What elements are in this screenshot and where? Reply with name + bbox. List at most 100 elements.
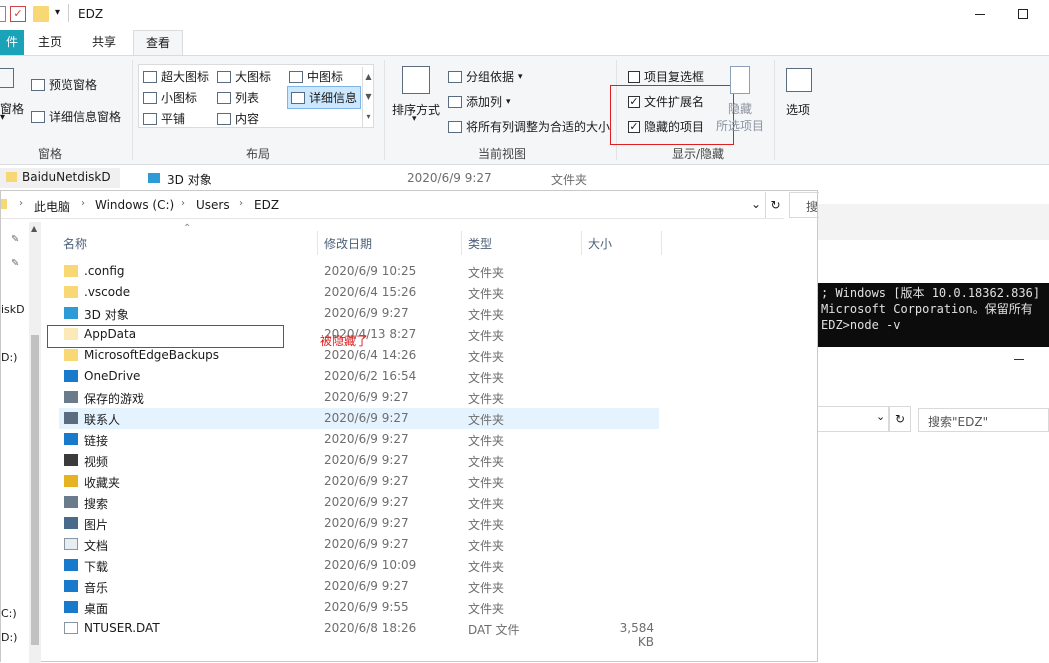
file-type: 文件夹 (468, 581, 505, 595)
table-row[interactable]: 视频 2020/6/9 9:27 文件夹 (59, 450, 659, 471)
layout-small-icons[interactable]: 小图标 (143, 89, 197, 106)
nav-item[interactable]: C:) (1, 607, 17, 620)
column-divider[interactable] (317, 231, 318, 255)
tab-share[interactable]: 共享 (84, 30, 124, 55)
navigation-pane-icon[interactable] (0, 68, 14, 88)
options-icon[interactable] (786, 68, 812, 92)
preview-pane-button[interactable]: 预览窗格 (31, 76, 97, 93)
options-button[interactable]: 选项 (786, 101, 810, 118)
table-row[interactable]: 文档 2020/6/9 9:27 文件夹 (59, 534, 659, 555)
group-label-pane: 窗格 (37, 147, 62, 161)
column-header-type[interactable]: 类型 (468, 235, 492, 252)
layout-large-icons[interactable]: 大图标 (217, 68, 271, 85)
details-pane-button[interactable]: 详细信息窗格 (31, 108, 121, 125)
file-date: 2020/6/9 9:27 (324, 453, 409, 467)
minimize-button[interactable] (975, 14, 985, 15)
file-type: 文件夹 (468, 392, 505, 406)
layout-content[interactable]: 内容 (217, 110, 259, 127)
scroll-up-icon[interactable]: ▲ (31, 224, 37, 233)
layout-details[interactable]: 详细信息 (287, 86, 362, 109)
file-name: MicrosoftEdgeBackups (84, 348, 220, 362)
search-input[interactable]: 搜 (789, 192, 819, 218)
layout-scroll-icon[interactable]: ▲ ▼ ▾ (362, 67, 374, 127)
group-by-button[interactable]: 分组依据 ▾ (448, 68, 523, 85)
column-header-size[interactable]: 大小 (588, 235, 612, 252)
annotation-red-box (610, 85, 734, 145)
refresh-icon[interactable]: ↻ (765, 192, 785, 218)
tab-view[interactable]: 查看 (133, 30, 183, 56)
breadcrumb-edz[interactable]: EDZ (254, 198, 279, 212)
column-header-date[interactable]: 修改日期 (324, 235, 372, 252)
layout-extra-large-icons[interactable]: 超大图标 (143, 68, 209, 85)
tab-home[interactable]: 主页 (30, 30, 70, 55)
bg-sidebar-item[interactable]: BaiduNetdiskD (22, 170, 111, 184)
address-bar[interactable]: › 此电脑 › Windows (C:) › Users › EDZ ⌄ ↻ (1, 191, 784, 219)
layout-medium-icons[interactable]: 中图标 (289, 68, 343, 85)
breadcrumb-windows-c[interactable]: Windows (C:) (95, 198, 174, 212)
table-row[interactable]: 3D 对象 2020/6/9 9:27 文件夹 (59, 303, 659, 324)
file-date: 2020/6/9 9:27 (324, 411, 409, 425)
chevron-down-icon[interactable]: ⌄ (751, 197, 761, 211)
ribbon-tabs: 件 主页 共享 查看 (0, 30, 1049, 56)
file-type: 文件夹 (468, 518, 505, 532)
bg-minimize-button[interactable] (1014, 359, 1024, 360)
column-divider[interactable] (461, 231, 462, 255)
hide-selected-icon[interactable] (730, 66, 750, 94)
extra-large-icons-icon (143, 70, 157, 83)
bg-row-name[interactable]: 3D 对象 (167, 171, 212, 188)
nav-item[interactable]: D:) (1, 351, 17, 364)
table-row[interactable]: OneDrive 2020/6/2 16:54 文件夹 (59, 366, 659, 387)
nav-item[interactable]: D:) (1, 631, 17, 644)
table-row[interactable]: NTUSER.DAT 2020/6/8 18:26 DAT 文件 3,584 KB (59, 618, 659, 649)
refresh-icon[interactable]: ↻ (889, 406, 911, 432)
file-date: 2020/6/9 9:55 (324, 600, 409, 614)
table-row[interactable]: 图片 2020/6/9 9:27 文件夹 (59, 513, 659, 534)
file-type: 文件夹 (468, 350, 505, 364)
fit-columns-button[interactable]: 将所有列调整为合适的大小 (448, 118, 610, 135)
add-column-button[interactable]: 添加列 ▾ (448, 93, 511, 110)
document-icon (64, 538, 78, 550)
maximize-button[interactable] (1018, 9, 1028, 19)
table-row[interactable]: 下载 2020/6/9 10:09 文件夹 (59, 555, 659, 576)
pane-dropdown-icon[interactable]: ▾ (0, 112, 5, 123)
contacts-icon (64, 412, 78, 424)
column-divider[interactable] (581, 231, 582, 255)
file-date: 2020/6/9 9:27 (324, 390, 409, 404)
properties-icon[interactable]: ✓ (10, 6, 26, 22)
breadcrumb-this-pc[interactable]: 此电脑 (34, 198, 70, 215)
details-pane-icon (31, 110, 45, 123)
column-divider[interactable] (661, 231, 662, 255)
layout-tiles[interactable]: 平铺 (143, 110, 185, 127)
sort-dropdown-icon[interactable]: ▾ (412, 114, 417, 124)
table-row[interactable]: 收藏夹 2020/6/9 9:27 文件夹 (59, 471, 659, 492)
table-row[interactable]: 保存的游戏 2020/6/9 9:27 文件夹 (59, 387, 659, 408)
table-row[interactable]: 桌面 2020/6/9 9:55 文件夹 (59, 597, 659, 618)
table-row[interactable]: .vscode 2020/6/4 15:26 文件夹 (59, 282, 659, 303)
new-folder-icon[interactable] (33, 6, 49, 22)
scroll-thumb[interactable] (31, 335, 39, 645)
sort-icon[interactable] (402, 66, 430, 94)
nav-item[interactable]: iskD (1, 303, 25, 316)
tab-file[interactable]: 件 (0, 30, 24, 55)
table-row[interactable]: 搜索 2020/6/9 9:27 文件夹 (59, 492, 659, 513)
file-date: 2020/6/9 9:27 (324, 432, 409, 446)
table-row[interactable]: 链接 2020/6/9 9:27 文件夹 (59, 429, 659, 450)
app-icon (0, 6, 6, 22)
folder-icon (64, 349, 78, 361)
annotation-text: 被隐藏了 (320, 334, 369, 348)
games-icon (64, 391, 78, 403)
column-header-name[interactable]: 名称 (63, 235, 87, 252)
customize-toolbar-icon[interactable]: ▾ (55, 7, 60, 18)
table-row[interactable]: 音乐 2020/6/9 9:27 文件夹 (59, 576, 659, 597)
layout-list[interactable]: 列表 (217, 89, 259, 106)
table-row[interactable]: .config 2020/6/9 10:25 文件夹 (59, 261, 659, 282)
table-row[interactable]: 联系人 2020/6/9 9:27 文件夹 (59, 408, 659, 429)
item-checkboxes-toggle[interactable]: 项目复选框 (628, 68, 704, 85)
bg-row-type: 文件夹 (551, 173, 588, 187)
hide-selected-label[interactable]: 隐藏 (728, 100, 752, 117)
chevron-down-icon[interactable]: ⌄ (876, 410, 885, 423)
breadcrumb-users[interactable]: Users (196, 198, 230, 212)
bg-search-input[interactable]: 搜索"EDZ" (918, 408, 1049, 432)
hide-selected-label-2[interactable]: 所选项目 (716, 117, 764, 134)
file-name: NTUSER.DAT (84, 621, 160, 635)
